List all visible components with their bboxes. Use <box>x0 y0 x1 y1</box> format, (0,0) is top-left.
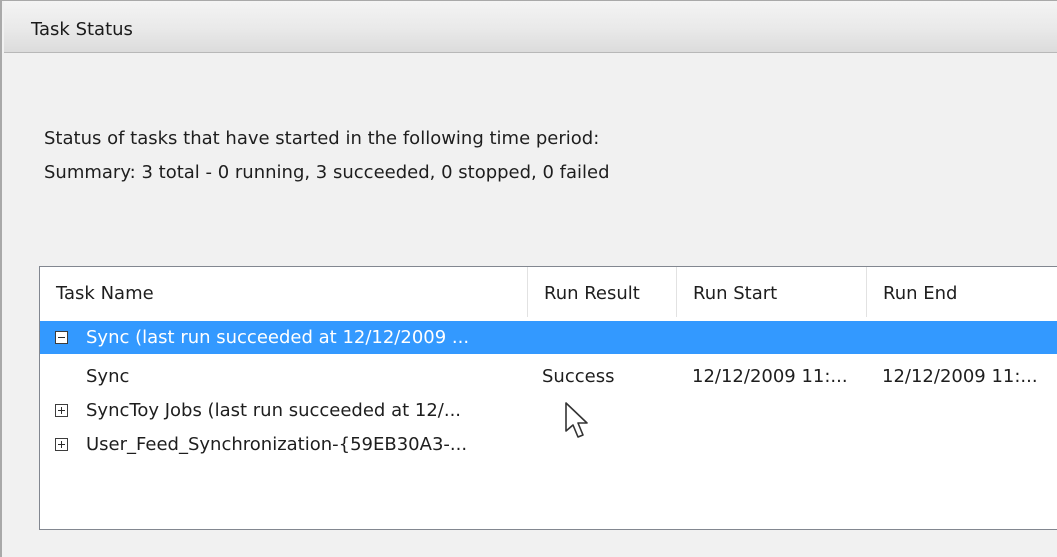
column-header-label: Run Start <box>693 283 778 304</box>
section-header: Task Status <box>4 1 1057 53</box>
status-summary: Summary: 3 total - 0 running, 3 succeede… <box>44 162 610 183</box>
task-name-cell: Sync <box>86 366 130 387</box>
task-status-grid[interactable]: Task Name Run Result Run Start Run End S… <box>39 266 1057 530</box>
run-end-cell: 12/12/2009 11:... <box>882 366 1038 387</box>
section-title: Task Status <box>31 19 133 40</box>
mouse-pointer-icon <box>565 402 588 438</box>
task-status-panel: Task Status Status of tasks that have st… <box>0 0 1057 557</box>
column-header-task-name[interactable]: Task Name <box>40 267 528 317</box>
status-description: Status of tasks that have started in the… <box>44 128 600 149</box>
column-header-run-start[interactable]: Run Start <box>677 267 867 317</box>
column-header-run-end[interactable]: Run End <box>867 267 1057 317</box>
column-header-label: Run Result <box>544 283 640 304</box>
run-result-cell: Success <box>542 366 615 387</box>
column-header-run-result[interactable]: Run Result <box>528 267 677 317</box>
table-row-group-sync[interactable]: Sync (last run succeeded at 12/12/2009 .… <box>40 321 1057 354</box>
column-header-label: Task Name <box>56 283 154 304</box>
plus-box-icon[interactable] <box>55 438 68 451</box>
run-start-cell: 12/12/2009 11:... <box>692 366 848 387</box>
task-name-cell: Sync (last run succeeded at 12/12/2009 .… <box>86 327 470 348</box>
minus-box-icon[interactable] <box>55 331 68 344</box>
column-header-label: Run End <box>883 283 958 304</box>
table-row-sync[interactable]: Sync Success 12/12/2009 11:... 12/12/200… <box>40 360 1057 393</box>
plus-box-icon[interactable] <box>55 404 68 417</box>
table-row-group-user-feed-sync[interactable]: User_Feed_Synchronization-{59EB30A3-... <box>40 428 1057 461</box>
task-name-cell: SyncToy Jobs (last run succeeded at 12/.… <box>86 400 462 421</box>
task-name-cell: User_Feed_Synchronization-{59EB30A3-... <box>86 434 468 455</box>
table-row-group-synctoy-jobs[interactable]: SyncToy Jobs (last run succeeded at 12/.… <box>40 394 1057 427</box>
